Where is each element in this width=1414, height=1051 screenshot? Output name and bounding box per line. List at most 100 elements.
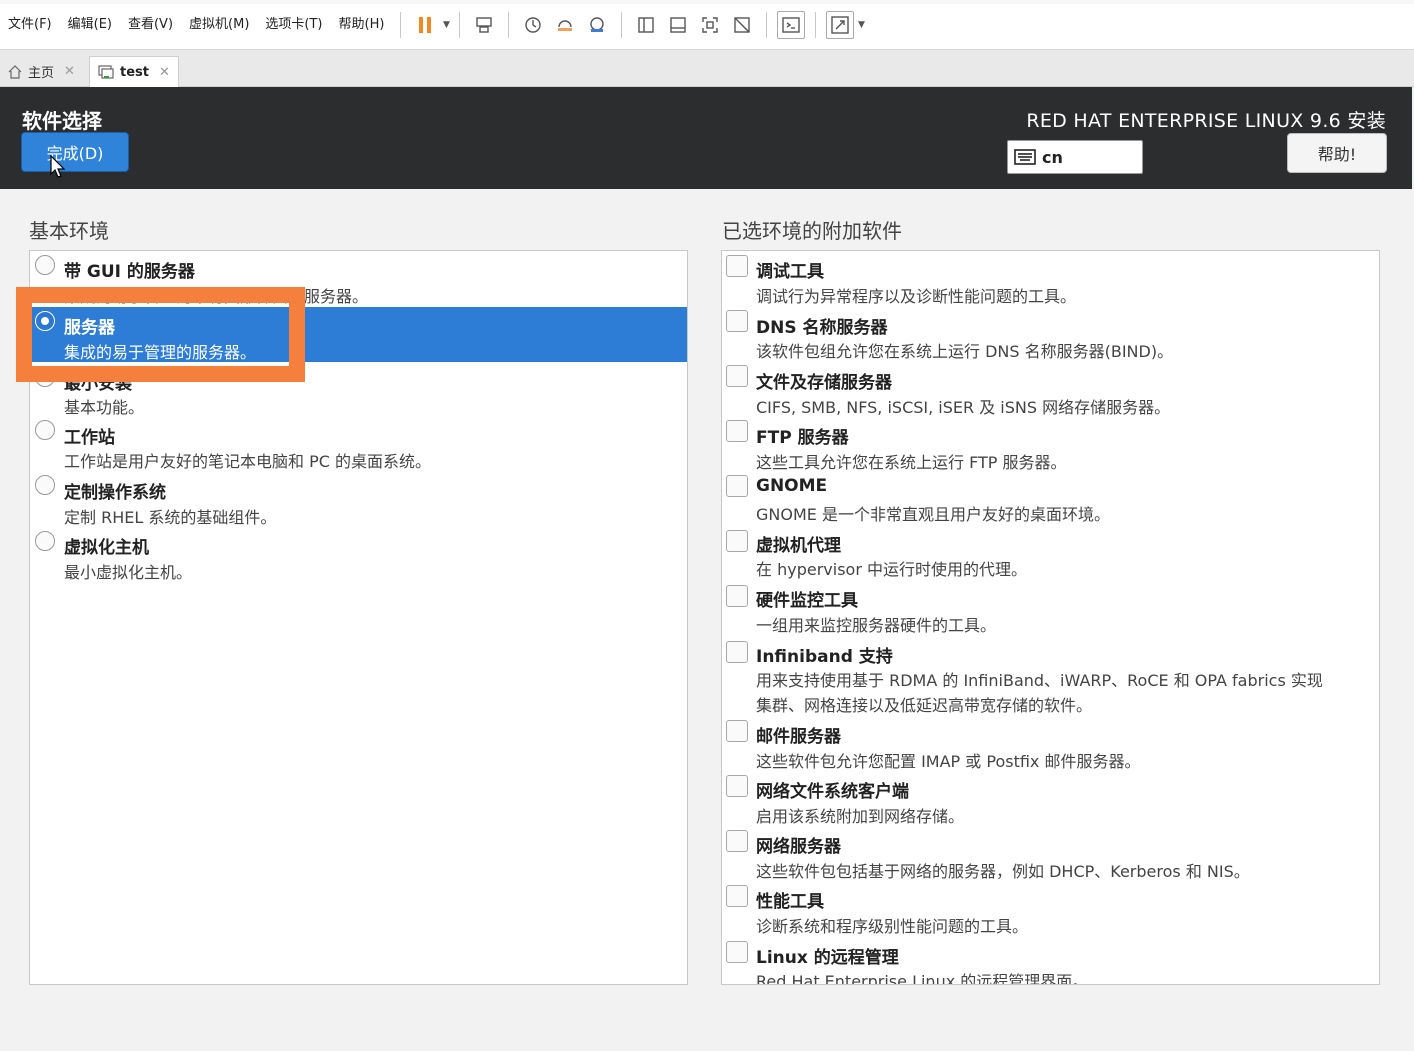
window-top-strip bbox=[0, 0, 1414, 4]
addon-desc: 调试行为异常程序以及诊断性能问题的工具。 bbox=[756, 287, 1077, 306]
radio-button[interactable] bbox=[35, 255, 55, 275]
done-button[interactable]: 完成(D) bbox=[21, 132, 129, 172]
vm-icon bbox=[98, 65, 114, 79]
checkbox[interactable] bbox=[726, 475, 748, 497]
addon-desc: 这些软件包允许您配置 IMAP 或 Postfix 邮件服务器。 bbox=[756, 752, 1141, 771]
addon-name: Linux 的远程管理 bbox=[756, 948, 899, 968]
menu-file[interactable]: 文件(F) bbox=[0, 13, 60, 37]
addon-desc: 在 hypervisor 中运行时使用的代理。 bbox=[756, 560, 1027, 579]
menu-edit[interactable]: 编辑(E) bbox=[60, 13, 120, 37]
menu-help[interactable]: 帮助(H) bbox=[331, 13, 393, 37]
stretch-guest-icon[interactable] bbox=[826, 10, 855, 39]
addons-title: 已选环境的附加软件 bbox=[722, 219, 902, 243]
snapshot-manager-icon[interactable] bbox=[583, 11, 611, 39]
toolbar-separator bbox=[815, 11, 817, 38]
radio-button[interactable] bbox=[35, 475, 55, 495]
vmware-menubar: 文件(F) 编辑(E) 查看(V) 虚拟机(M) 选项卡(T) 帮助(H) ▼ … bbox=[0, 0, 1414, 50]
snapshot-icon[interactable] bbox=[519, 11, 547, 39]
addon-name: 文件及存储服务器 bbox=[756, 373, 892, 393]
home-icon bbox=[8, 64, 22, 79]
env-name: 工作站 bbox=[64, 428, 115, 448]
addon-desc: 用来支持使用基于 RDMA 的 InfiniBand、iWARP、RoCE 和 … bbox=[756, 671, 1323, 690]
revert-snapshot-icon[interactable] bbox=[551, 11, 579, 39]
toolbar-separator bbox=[459, 11, 461, 38]
checkbox[interactable] bbox=[726, 885, 748, 907]
env-name: 带 GUI 的服务器 bbox=[64, 262, 195, 282]
radio-button[interactable] bbox=[35, 531, 55, 551]
toolbar-separator bbox=[621, 11, 623, 38]
env-item-virt-host[interactable]: 虚拟化主机 最小虚拟化主机。 bbox=[30, 529, 687, 584]
tab-test[interactable]: test ✕ bbox=[89, 56, 179, 87]
fullscreen-icon[interactable] bbox=[696, 11, 724, 39]
radio-button[interactable] bbox=[35, 420, 55, 440]
addon-name: 调试工具 bbox=[756, 262, 824, 282]
addon-desc: GNOME 是一个非常直观且用户友好的桌面环境。 bbox=[756, 505, 1110, 524]
env-name: 虚拟化主机 bbox=[64, 538, 149, 558]
vm-tabbar: 主页 ✕ test ✕ bbox=[0, 50, 1414, 87]
mouse-pointer-icon bbox=[50, 155, 66, 178]
tab-home[interactable]: 主页 ✕ bbox=[0, 56, 83, 87]
env-item-custom-os[interactable]: 定制操作系统 定制 RHEL 系统的基础组件。 bbox=[30, 473, 687, 528]
show-library-icon[interactable] bbox=[632, 11, 660, 39]
addon-desc: CIFS, SMB, NFS, iSCSI, iSER 及 iSNS 网络存储服… bbox=[756, 398, 1171, 417]
send-ctrl-alt-del-icon[interactable] bbox=[470, 11, 498, 39]
keyboard-layout-indicator[interactable]: cn bbox=[1007, 140, 1143, 174]
addon-name: 硬件监控工具 bbox=[756, 591, 858, 611]
tab-home-label: 主页 bbox=[28, 66, 55, 81]
addon-desc: Red Hat Enterprise Linux 的远程管理界面。 bbox=[756, 972, 1089, 985]
addon-desc-line2: 集群、网格连接以及低延迟高带宽存储的软件。 bbox=[756, 696, 1093, 715]
unity-icon[interactable] bbox=[728, 11, 756, 39]
env-desc: 基本功能。 bbox=[64, 398, 145, 417]
keyboard-icon bbox=[1014, 149, 1036, 165]
addon-desc: 启用该系统附加到网络存储。 bbox=[756, 807, 965, 826]
menu-tabs[interactable]: 选项卡(T) bbox=[257, 13, 330, 37]
env-name: 定制操作系统 bbox=[64, 483, 166, 503]
addon-desc: 诊断系统和程序级别性能问题的工具。 bbox=[756, 917, 1029, 936]
addon-name: Infiniband 支持 bbox=[756, 647, 893, 667]
show-thumbnail-icon[interactable] bbox=[664, 11, 692, 39]
addons-list: 调试工具 调试行为异常程序以及诊断性能问题的工具。 DNS 名称服务器 该软件包… bbox=[721, 250, 1380, 985]
installer-header: 软件选择 完成(D) RED HAT ENTERPRISE LINUX 9.6 … bbox=[0, 87, 1412, 189]
env-desc: 工作站是用户友好的笔记本电脑和 PC 的桌面系统。 bbox=[64, 452, 431, 471]
checkbox[interactable] bbox=[726, 420, 748, 442]
close-icon[interactable]: ✕ bbox=[159, 65, 170, 80]
addon-name: 虚拟机代理 bbox=[756, 536, 841, 556]
checkbox[interactable] bbox=[726, 310, 748, 332]
checkbox[interactable] bbox=[726, 830, 748, 852]
addon-name: FTP 服务器 bbox=[756, 428, 849, 448]
stretch-dropdown-icon[interactable]: ▼ bbox=[856, 11, 866, 39]
checkbox[interactable] bbox=[726, 255, 748, 277]
env-desc: 定制 RHEL 系统的基础组件。 bbox=[64, 508, 277, 527]
help-button[interactable]: 帮助! bbox=[1287, 133, 1387, 173]
toolbar-separator bbox=[766, 11, 768, 38]
toolbar-separator bbox=[400, 11, 402, 38]
addon-desc: 一组用来监控服务器硬件的工具。 bbox=[756, 616, 997, 635]
annotation-highlight-box bbox=[16, 287, 305, 382]
page-title: 软件选择 bbox=[22, 109, 102, 133]
tab-test-label: test bbox=[120, 64, 149, 80]
keyboard-layout-label: cn bbox=[1042, 147, 1063, 167]
pause-icon[interactable] bbox=[411, 11, 439, 39]
checkbox[interactable] bbox=[726, 365, 748, 387]
env-item-workstation[interactable]: 工作站 工作站是用户友好的笔记本电脑和 PC 的桌面系统。 bbox=[30, 418, 687, 473]
toolbar-separator bbox=[508, 11, 510, 38]
pause-dropdown-icon[interactable]: ▼ bbox=[441, 11, 451, 39]
close-icon[interactable]: ✕ bbox=[64, 64, 75, 79]
checkbox[interactable] bbox=[726, 775, 748, 797]
env-desc: 最小虚拟化主机。 bbox=[64, 563, 193, 582]
menu-view[interactable]: 查看(V) bbox=[120, 13, 181, 37]
console-icon[interactable] bbox=[777, 10, 806, 39]
menu-vm[interactable]: 虚拟机(M) bbox=[181, 13, 257, 37]
addon-desc: 该软件包组允许您在系统上运行 DNS 名称服务器(BIND)。 bbox=[756, 342, 1174, 361]
addon-name: 性能工具 bbox=[756, 892, 824, 912]
checkbox[interactable] bbox=[726, 941, 748, 963]
addon-name: 邮件服务器 bbox=[756, 727, 841, 747]
addon-name: 网络服务器 bbox=[756, 837, 841, 857]
checkbox[interactable] bbox=[726, 585, 748, 607]
checkbox[interactable] bbox=[726, 641, 748, 663]
base-env-title: 基本环境 bbox=[29, 219, 109, 243]
addon-name: 网络文件系统客户端 bbox=[756, 782, 909, 802]
checkbox[interactable] bbox=[726, 530, 748, 552]
addon-desc: 这些工具允许您在系统上运行 FTP 服务器。 bbox=[756, 453, 1067, 472]
checkbox[interactable] bbox=[726, 720, 748, 742]
